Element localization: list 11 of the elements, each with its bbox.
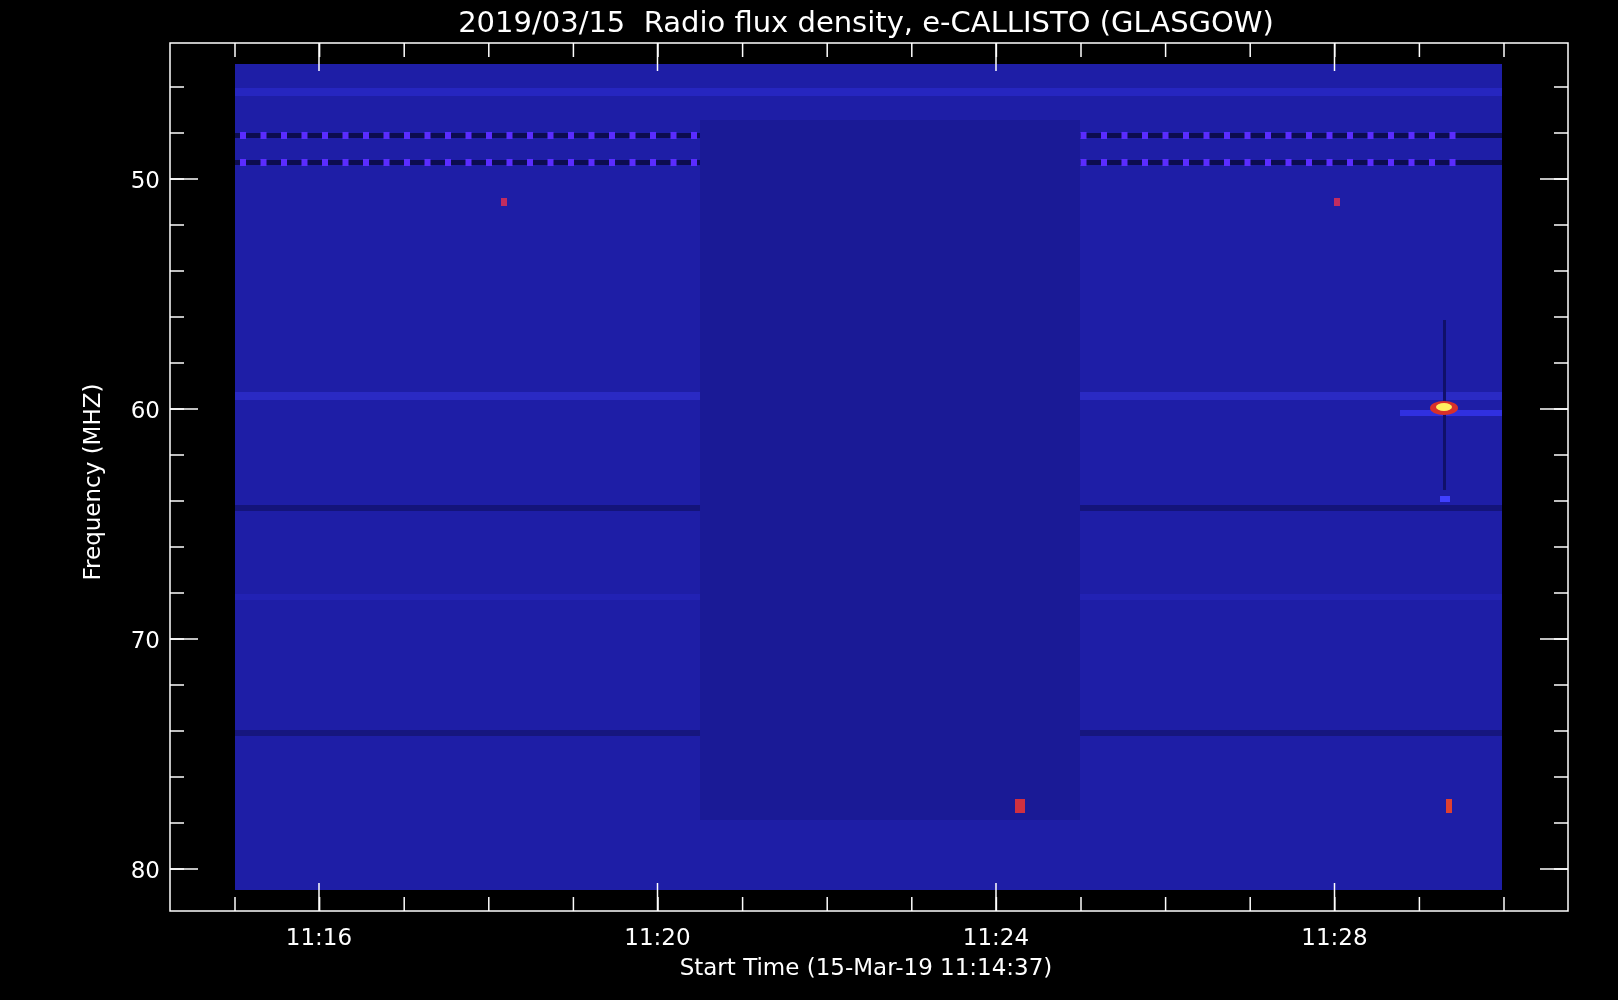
y-tick-label: 70 xyxy=(130,627,160,653)
x-axis-label: Start Time (15-Mar-19 11:14:37) xyxy=(679,954,1053,980)
x-tick-label: 11:16 xyxy=(285,924,353,950)
x-tick-label: 11:20 xyxy=(624,924,691,950)
x-tick-label: 11:24 xyxy=(962,924,1030,950)
x-tick-label: 11:28 xyxy=(1301,924,1368,950)
y-axis-label: Frequency (MHZ) xyxy=(79,383,105,581)
y-tick-label: 80 xyxy=(130,857,160,883)
y-tick-label: 50 xyxy=(130,167,160,193)
y-tick-label: 60 xyxy=(130,397,160,423)
chart-title: 2019/03/15 Radio flux density, e-CALLISTO (GLASGOW) xyxy=(458,5,1274,39)
